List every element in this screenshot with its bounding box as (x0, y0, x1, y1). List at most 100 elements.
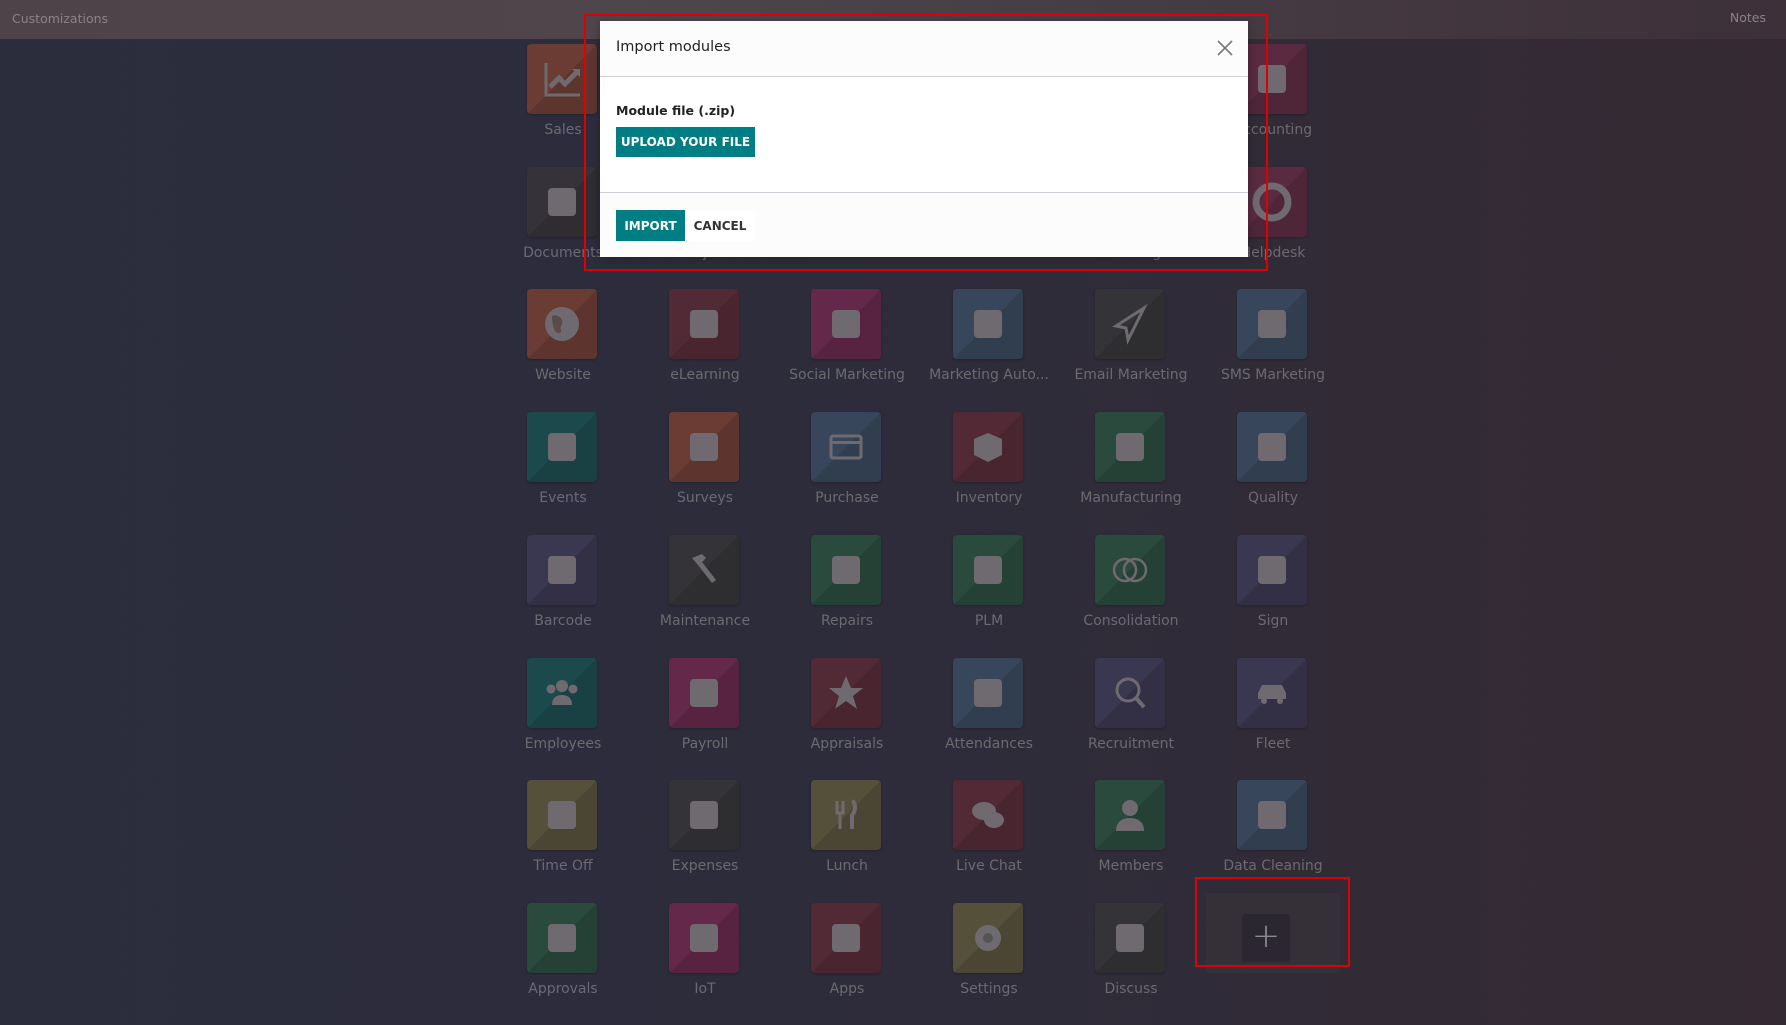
app-label: Settings (960, 981, 1018, 997)
cubes-icon (811, 903, 881, 973)
app-label: Fleet (1255, 736, 1291, 752)
folder-check-icon (527, 167, 597, 237)
app-label: Website (535, 367, 591, 383)
app-tile[interactable]: Live Chat (918, 780, 1060, 902)
app-tile[interactable]: Quality (1202, 412, 1344, 534)
fork-knife-icon (811, 780, 881, 850)
app-label: Recruitment (1087, 736, 1175, 752)
search-user-icon (1095, 658, 1165, 728)
clipboard-check-icon (669, 412, 739, 482)
app-label: Marketing Auto... (929, 367, 1049, 383)
app-label: PLM (974, 613, 1004, 629)
upload-file-button[interactable]: UPLOAD YOUR FILE (616, 127, 755, 157)
app-tile[interactable]: Manufacturing (1060, 412, 1202, 534)
app-tile[interactable]: Discuss (1060, 903, 1202, 1025)
wrench-gear-icon (811, 535, 881, 605)
app-tile[interactable]: Purchase (776, 412, 918, 534)
app-tile[interactable]: Repairs (776, 535, 918, 657)
cycle-box-icon (953, 535, 1023, 605)
app-tile[interactable]: Employees (492, 658, 634, 780)
car-icon (1237, 658, 1307, 728)
dialog-title: Import modules (616, 39, 731, 55)
app-tile[interactable]: Lunch (776, 780, 918, 902)
credit-card-icon (811, 412, 881, 482)
app-label: Live Chat (956, 858, 1022, 874)
app-tile[interactable]: PLM (918, 535, 1060, 657)
app-label: SMS Marketing (1220, 367, 1326, 383)
ticket-icon (527, 412, 597, 482)
app-label: Repairs (820, 613, 874, 629)
app-tile[interactable]: Appraisals (776, 658, 918, 780)
app-tile[interactable]: Surveys (634, 412, 776, 534)
app-label: Members (1098, 858, 1164, 874)
thumbs-up-icon (811, 289, 881, 359)
import-button[interactable]: IMPORT (616, 210, 685, 241)
app-tile[interactable]: IoT (634, 903, 776, 1025)
gear-icon (953, 903, 1023, 973)
new-app-button[interactable]: + (1206, 893, 1340, 973)
app-label: Apps (829, 981, 865, 997)
app-label: Events (539, 490, 587, 506)
user-check-icon (527, 903, 597, 973)
hammer-icon (669, 535, 739, 605)
barcode-box-icon (527, 535, 597, 605)
app-label: Consolidation (1083, 613, 1179, 629)
import-modules-dialog: Import modules Module file (.zip) UPLOAD… (600, 21, 1248, 257)
app-tile[interactable]: Email Marketing (1060, 289, 1202, 411)
app-tile[interactable]: eLearning (634, 289, 776, 411)
dialog-header: Import modules (600, 21, 1248, 77)
app-label: Approvals (528, 981, 598, 997)
app-tile[interactable]: Payroll (634, 658, 776, 780)
presentation-icon (669, 289, 739, 359)
app-label: IoT (694, 981, 716, 997)
app-tile[interactable]: Members (1060, 780, 1202, 902)
wrench-icon (1095, 412, 1165, 482)
app-label: Quality (1247, 490, 1299, 506)
app-label: Maintenance (659, 613, 751, 629)
close-icon (1217, 40, 1233, 56)
app-tile[interactable]: SMS Marketing (1202, 289, 1344, 411)
venn-icon (1095, 535, 1165, 605)
user-gear-icon (527, 780, 597, 850)
app-tile[interactable]: Marketing Auto... (918, 289, 1060, 411)
app-tile[interactable]: Expenses (634, 780, 776, 902)
app-tile[interactable]: Apps (776, 903, 918, 1025)
app-tile[interactable]: Sign (1202, 535, 1344, 657)
dialog-footer: IMPORT CANCEL (600, 192, 1248, 257)
app-tile[interactable]: Fleet (1202, 658, 1344, 780)
badge-pencil-icon (1237, 412, 1307, 482)
app-tile[interactable]: Approvals (492, 903, 634, 1025)
app-tile[interactable]: Consolidation (1060, 535, 1202, 657)
user-dollar-icon (669, 780, 739, 850)
app-tile[interactable]: Inventory (918, 412, 1060, 534)
gear-mail-icon (953, 289, 1023, 359)
app-label: Sign (1257, 613, 1289, 629)
app-tile[interactable]: Settings (918, 903, 1060, 1025)
app-tile[interactable]: Maintenance (634, 535, 776, 657)
app-label: Payroll (681, 736, 729, 752)
app-tile[interactable]: Attendances (918, 658, 1060, 780)
app-label: Social Marketing (789, 367, 905, 383)
app-tile[interactable]: Website (492, 289, 634, 411)
app-tile[interactable]: Events (492, 412, 634, 534)
user-clock-icon (953, 658, 1023, 728)
app-tile[interactable]: Time Off (492, 780, 634, 902)
app-tile[interactable]: Recruitment (1060, 658, 1202, 780)
app-label: Inventory (955, 490, 1023, 506)
refresh-alert-icon (1095, 903, 1165, 973)
app-label: Data Cleaning (1223, 858, 1323, 874)
app-tile[interactable]: Social Marketing (776, 289, 918, 411)
user-dollar-icon (669, 658, 739, 728)
app-label: Manufacturing (1080, 490, 1182, 506)
close-button[interactable] (1214, 37, 1236, 59)
app-label: Discuss (1104, 981, 1158, 997)
app-tile[interactable]: Barcode (492, 535, 634, 657)
chart-up-icon (527, 44, 597, 114)
app-tile[interactable]: Data Cleaning (1202, 780, 1344, 902)
app-label: Employees (524, 736, 602, 752)
cancel-button[interactable]: CANCEL (685, 210, 755, 241)
chat-bubbles-icon (953, 780, 1023, 850)
app-label: Email Marketing (1074, 367, 1188, 383)
sms-phone-icon (1237, 289, 1307, 359)
app-label: Attendances (945, 736, 1033, 752)
